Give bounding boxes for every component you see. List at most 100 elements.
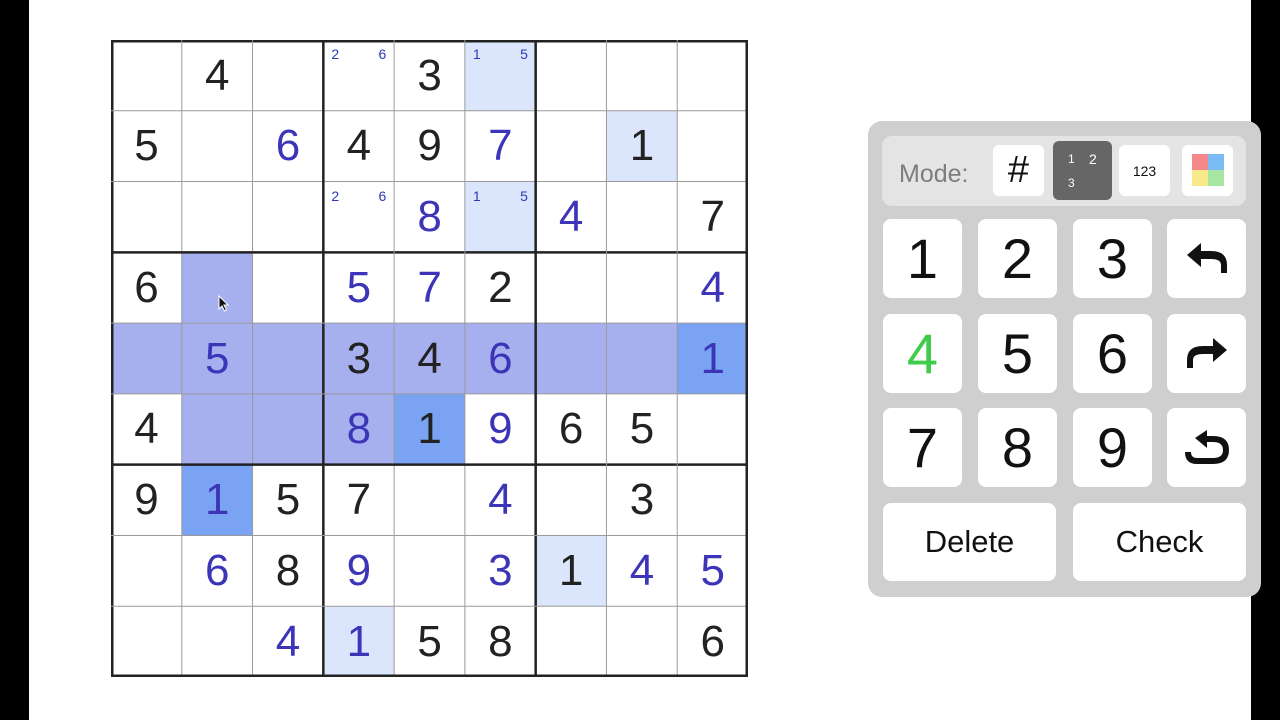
sudoku-cell-r9c7[interactable] (536, 606, 607, 677)
sudoku-cell-r8c9[interactable]: 5 (677, 535, 748, 606)
mode-numbers-button[interactable]: 123 (1119, 145, 1170, 196)
sudoku-cell-r3c4[interactable]: 26 (323, 182, 394, 253)
sudoku-cell-r3c8[interactable] (606, 182, 677, 253)
sudoku-cell-r8c2[interactable]: 6 (182, 535, 253, 606)
sudoku-cell-r8c3[interactable]: 8 (253, 535, 324, 606)
sudoku-cell-r2c8[interactable]: 1 (606, 110, 678, 182)
sudoku-cell-r7c2[interactable]: 1 (181, 464, 253, 536)
sudoku-cell-r4c3[interactable] (253, 252, 324, 323)
key-2[interactable]: 2 (978, 219, 1057, 298)
sudoku-cell-r1c8[interactable] (606, 40, 677, 111)
sudoku-cell-r4c9[interactable]: 4 (677, 252, 748, 323)
sudoku-cell-r7c7[interactable] (536, 465, 607, 536)
sudoku-cell-r1c2[interactable]: 4 (182, 40, 253, 111)
restart-button[interactable] (1167, 408, 1246, 487)
sudoku-cell-r2c3[interactable]: 6 (253, 111, 324, 182)
key-7[interactable]: 7 (883, 408, 962, 487)
sudoku-cell-r2c7[interactable] (536, 111, 607, 182)
sudoku-cell-r7c8[interactable]: 3 (606, 465, 677, 536)
sudoku-cell-r3c7[interactable]: 4 (536, 182, 607, 253)
sudoku-cell-r6c4[interactable]: 8 (323, 393, 395, 465)
sudoku-cell-r6c3[interactable] (252, 393, 324, 465)
sudoku-cell-r2c1[interactable]: 5 (111, 111, 182, 182)
sudoku-cell-r3c1[interactable] (111, 182, 182, 253)
sudoku-cell-r7c9[interactable] (677, 465, 748, 536)
sudoku-cell-r1c9[interactable] (677, 40, 748, 111)
sudoku-cell-r5c9[interactable]: 1 (677, 323, 749, 395)
cell-value: 4 (205, 50, 230, 100)
sudoku-cell-r5c8[interactable] (606, 323, 678, 395)
sudoku-cell-r1c3[interactable] (253, 40, 324, 111)
sudoku-cell-r1c1[interactable] (111, 40, 182, 111)
sudoku-cell-r9c9[interactable]: 6 (677, 606, 748, 677)
sudoku-cell-r5c3[interactable] (252, 323, 324, 395)
key-5[interactable]: 5 (978, 314, 1057, 393)
delete-button[interactable]: Delete (883, 503, 1056, 581)
sudoku-cell-r5c4[interactable]: 3 (323, 323, 395, 395)
sudoku-cell-r4c7[interactable] (536, 252, 607, 323)
sudoku-cell-r1c7[interactable] (536, 40, 607, 111)
sudoku-cell-r5c6[interactable]: 6 (464, 323, 536, 395)
sudoku-cell-r6c9[interactable] (677, 394, 748, 465)
sudoku-cell-r4c4[interactable]: 5 (323, 252, 394, 323)
sudoku-cell-r9c2[interactable] (182, 606, 253, 677)
sudoku-cell-r4c2[interactable] (181, 252, 253, 324)
sudoku-cell-r3c3[interactable] (253, 182, 324, 253)
key-8[interactable]: 8 (978, 408, 1057, 487)
mode-color-button[interactable] (1182, 145, 1233, 196)
sudoku-cell-r9c8[interactable] (606, 606, 677, 677)
sudoku-cell-r4c8[interactable] (606, 252, 677, 323)
sudoku-cell-r5c5[interactable]: 4 (394, 323, 466, 395)
sudoku-cell-r8c4[interactable]: 9 (323, 535, 394, 606)
sudoku-cell-r3c9[interactable]: 7 (677, 182, 748, 253)
sudoku-cell-r8c6[interactable]: 3 (465, 535, 536, 606)
sudoku-cell-r6c1[interactable]: 4 (111, 394, 182, 465)
sudoku-cell-r7c1[interactable]: 9 (111, 465, 182, 536)
sudoku-cell-r6c6[interactable]: 9 (465, 394, 536, 465)
mode-digit-button[interactable]: # (993, 145, 1044, 196)
sudoku-cell-r8c1[interactable] (111, 535, 182, 606)
sudoku-cell-r6c2[interactable] (181, 393, 253, 465)
sudoku-cell-r9c6[interactable]: 8 (465, 606, 536, 677)
sudoku-cell-r9c5[interactable]: 5 (394, 606, 465, 677)
sudoku-cell-r6c8[interactable]: 5 (606, 394, 677, 465)
key-1[interactable]: 1 (883, 219, 962, 298)
sudoku-cell-r2c2[interactable] (182, 111, 253, 182)
sudoku-cell-r1c4[interactable]: 26 (323, 40, 394, 111)
sudoku-cell-r6c7[interactable]: 6 (536, 394, 607, 465)
sudoku-cell-r5c7[interactable] (535, 323, 607, 395)
key-4[interactable]: 4 (883, 314, 962, 393)
sudoku-cell-r9c4[interactable]: 1 (323, 606, 395, 678)
sudoku-cell-r7c5[interactable] (394, 465, 465, 536)
sudoku-cell-r9c3[interactable]: 4 (253, 606, 324, 677)
key-9[interactable]: 9 (1073, 408, 1152, 487)
sudoku-cell-r2c9[interactable] (677, 111, 748, 182)
sudoku-cell-r7c4[interactable]: 7 (323, 465, 394, 536)
sudoku-cell-r3c6[interactable]: 15 (464, 181, 536, 253)
sudoku-cell-r8c7[interactable]: 1 (535, 535, 607, 607)
redo-button[interactable] (1167, 314, 1246, 393)
sudoku-cell-r8c8[interactable]: 4 (606, 535, 677, 606)
sudoku-cell-r4c5[interactable]: 7 (394, 252, 465, 323)
sudoku-cell-r2c5[interactable]: 9 (394, 111, 465, 182)
sudoku-cell-r8c5[interactable] (394, 535, 465, 606)
mode-candidates-button[interactable]: 1 2 3 (1053, 141, 1112, 200)
sudoku-cell-r7c6[interactable]: 4 (465, 465, 536, 536)
key-3[interactable]: 3 (1073, 219, 1152, 298)
sudoku-cell-r1c6[interactable]: 15 (464, 40, 536, 111)
sudoku-cell-r5c1[interactable] (111, 323, 182, 395)
sudoku-cell-r4c6[interactable]: 2 (465, 252, 536, 323)
sudoku-cell-r6c5[interactable]: 1 (394, 393, 466, 465)
sudoku-cell-r3c2[interactable] (182, 182, 253, 253)
sudoku-cell-r2c6[interactable]: 7 (465, 111, 536, 182)
sudoku-cell-r5c2[interactable]: 5 (181, 323, 253, 395)
sudoku-cell-r3c5[interactable]: 8 (394, 182, 465, 253)
sudoku-cell-r9c1[interactable] (111, 606, 182, 677)
undo-button[interactable] (1167, 219, 1246, 298)
sudoku-cell-r2c4[interactable]: 4 (323, 111, 394, 182)
check-button[interactable]: Check (1073, 503, 1246, 581)
key-6[interactable]: 6 (1073, 314, 1152, 393)
sudoku-cell-r7c3[interactable]: 5 (253, 465, 324, 536)
sudoku-cell-r4c1[interactable]: 6 (111, 252, 182, 323)
sudoku-cell-r1c5[interactable]: 3 (394, 40, 465, 111)
